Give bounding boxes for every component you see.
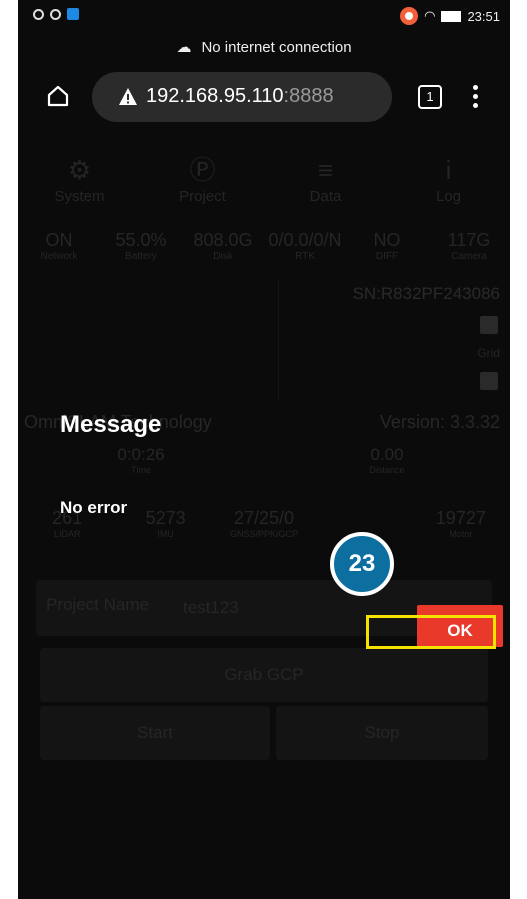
stat-rtk: 0/0.0/0/N RTK [264, 230, 346, 262]
counter-value: 5273 [145, 508, 186, 528]
app-notification-icon [67, 8, 79, 20]
stop-button[interactable]: Stop [276, 706, 488, 760]
counter-label: Motor [449, 529, 473, 539]
no-internet-text: No internet connection [201, 39, 352, 56]
counter-label: GNSS/PPK/GCP [230, 529, 299, 539]
stat-label: Camera [451, 251, 487, 262]
counter-label: IMU [157, 529, 174, 539]
grid-label: Grid [477, 346, 500, 360]
database-icon: ≡ [317, 155, 334, 185]
url-text: 192.168.95.110:8888 [146, 85, 334, 108]
sync-icon [50, 8, 61, 20]
top-nav: ⚙ System Ⓟ Project ≡ Data i Log [18, 152, 510, 224]
status-right-icons: ◠ 23:51 [400, 7, 500, 25]
cloud-off-icon: ☁ [176, 39, 192, 56]
stat-value: NO [373, 230, 401, 250]
url-host: 192.168.95.110 [146, 85, 284, 107]
stat-label: Battery [125, 251, 157, 262]
counter-label: LIDAR [53, 529, 81, 539]
stat-value: 55.0% [115, 230, 167, 250]
dialog-title: Message [60, 411, 162, 438]
counter-value: 27/25/0 [233, 508, 295, 528]
counter-gnss: 27/25/0 GNSS/PPK/GCP [215, 508, 313, 539]
stat-label: RTK [295, 251, 315, 262]
screen-record-icon [400, 7, 419, 25]
stat-disk: 808.0G Disk [182, 230, 264, 262]
counter-imu: 5273 IMU [116, 508, 214, 539]
counter-value: 19727 [435, 508, 486, 528]
status-time: 23:51 [467, 8, 500, 24]
gears-icon: ⚙ [67, 155, 92, 185]
ok-button-highlight [366, 615, 496, 649]
nfc-icon [33, 8, 44, 20]
step-number-badge: 23 [330, 532, 394, 596]
status-left-icons [33, 8, 79, 20]
panel-divider [278, 280, 279, 400]
tab-switcher-button[interactable]: 1 [418, 85, 442, 109]
stat-value: ON [45, 230, 73, 250]
nav-data[interactable]: ≡ Data [264, 152, 387, 224]
time-stat: 0:0:26 Time [18, 445, 264, 475]
distance-stat: 0.00 Distance [264, 445, 510, 475]
nav-log-label: Log [435, 188, 462, 205]
status-stats-row: ON Network 55.0% Battery 808.0G Disk 0/0.0/… [18, 230, 510, 262]
warning-icon[interactable] [118, 87, 138, 107]
time-distance-row: 0:0:26 Time 0.00 Distance [18, 445, 510, 475]
url-port: :8888 [283, 85, 334, 107]
stat-label: Disk [213, 251, 233, 262]
stat-diff: NO DIFF [346, 230, 428, 262]
version-text: Version: 3.3.32 [379, 412, 500, 432]
nav-system-label: System [54, 188, 105, 205]
time-label: Time [131, 465, 151, 475]
nav-project-label: Project [179, 188, 226, 205]
project-p-icon: Ⓟ [189, 155, 216, 185]
stat-value: 808.0G [193, 230, 253, 250]
battery-icon [441, 10, 462, 22]
nav-project[interactable]: Ⓟ Project [141, 152, 264, 224]
serial-number: SN:R832PF243086 [352, 284, 500, 303]
info-icon: i [445, 155, 452, 185]
dialog-message: No error [60, 498, 128, 517]
checkbox-icon[interactable] [480, 316, 498, 334]
stat-label: Network [40, 251, 78, 262]
stat-battery: 55.0% Battery [100, 230, 182, 262]
address-bar[interactable]: 192.168.95.110:8888 [92, 72, 392, 122]
project-name-input[interactable]: test123 [183, 598, 239, 618]
nav-data-label: Data [309, 188, 342, 205]
stat-label: DIFF [375, 251, 399, 262]
nav-system[interactable]: ⚙ System [18, 152, 141, 224]
grid-checkbox[interactable] [480, 372, 498, 390]
phone-screen: ◠ 23:51 ☁ No internet connection 192.168.… [18, 0, 510, 899]
distance-label: Distance [369, 465, 405, 475]
no-internet-banner: ☁ No internet connection [18, 38, 510, 56]
start-button[interactable]: Start [40, 706, 270, 760]
stat-camera: 117G Camera [428, 230, 510, 262]
time-value: 0:0:26 [117, 445, 165, 464]
stat-value: 0/0.0/0/N [268, 230, 342, 250]
grab-gcp-button[interactable]: Grab GCP [40, 648, 488, 702]
stat-value: 117G [447, 230, 491, 250]
stat-network: ON Network [18, 230, 100, 262]
browser-toolbar: 192.168.95.110:8888 1 [18, 70, 510, 128]
kebab-menu-icon[interactable] [473, 85, 479, 112]
home-icon[interactable] [46, 84, 70, 108]
distance-value: 0.00 [370, 445, 404, 464]
project-name-label: Project Name [46, 595, 149, 614]
wifi-icon: ◠ [424, 8, 436, 23]
status-bar: ◠ 23:51 [18, 0, 510, 30]
app-page-dimmed: ⚙ System Ⓟ Project ≡ Data i Log ON Networ… [18, 140, 510, 899]
nav-log[interactable]: i Log [387, 152, 510, 224]
counter-motor: 19727 Motor [412, 508, 510, 539]
